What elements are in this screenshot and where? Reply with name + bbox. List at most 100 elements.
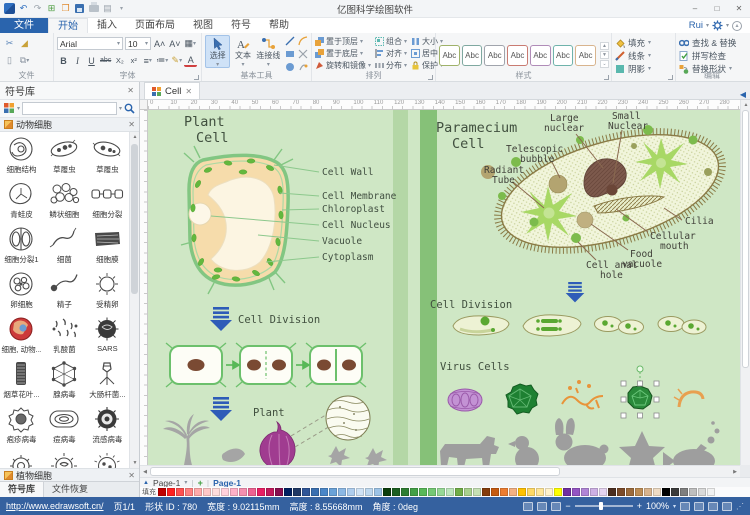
edrawsoft-link[interactable]: http://www.edrawsoft.cn/ — [6, 501, 104, 511]
symbol-item[interactable] — [0, 447, 43, 468]
sidebar-scroll-thumb[interactable] — [131, 144, 138, 294]
palette-color[interactable] — [284, 488, 292, 496]
palette-color[interactable] — [176, 488, 184, 496]
palette-color[interactable] — [572, 488, 580, 496]
page-tab-active[interactable]: Page-1 — [213, 478, 241, 488]
symbol-item[interactable]: SARS — [86, 312, 129, 357]
pan-window-icon[interactable] — [722, 502, 732, 511]
palette-color[interactable] — [428, 488, 436, 496]
page-selector-caret-icon[interactable]: ▾ — [184, 479, 187, 486]
maximize-button[interactable]: □ — [706, 0, 728, 17]
animal-section-close-icon[interactable]: ✕ — [128, 120, 135, 129]
symbol-search-input[interactable] — [22, 102, 117, 115]
palette-color[interactable] — [266, 488, 274, 496]
palette-color[interactable] — [581, 488, 589, 496]
line-shape-icon[interactable] — [284, 35, 296, 47]
zoom-level[interactable]: 100% — [646, 501, 669, 511]
tab-symbols[interactable]: 符号 — [222, 18, 260, 33]
increase-font-icon[interactable]: A˄ — [153, 37, 166, 51]
search-icon[interactable] — [124, 103, 135, 114]
rectangle-shape-icon[interactable] — [284, 48, 296, 60]
palette-color[interactable] — [419, 488, 427, 496]
arrange-dialog-launcher-icon[interactable] — [428, 75, 433, 80]
symbol-item[interactable]: 草履虫 — [86, 132, 129, 177]
add-page-button[interactable]: + — [198, 478, 203, 488]
zoom-slider-thumb[interactable] — [599, 502, 603, 510]
style-swatch-7[interactable]: Abc — [575, 45, 596, 66]
drawing-page[interactable]: Plant Cell Cell Wall Cell Membrane Chlor… — [148, 110, 740, 465]
palette-color[interactable] — [662, 488, 670, 496]
palette-color[interactable] — [392, 488, 400, 496]
palette-color[interactable] — [707, 488, 715, 496]
style-swatch-5[interactable]: Abc — [530, 45, 551, 66]
undo-icon[interactable]: ↶ — [17, 2, 30, 15]
redo-icon[interactable]: ↷ — [31, 2, 44, 15]
library-menu-caret-icon[interactable]: ▾ — [17, 105, 20, 112]
bullet-list-icon[interactable]: ≔▾ — [155, 54, 169, 68]
italic-button[interactable]: I — [71, 54, 84, 68]
palette-color[interactable] — [374, 488, 382, 496]
plant-division-sequence[interactable] — [166, 343, 366, 387]
cell-division-label[interactable]: Cell Division — [238, 314, 320, 326]
symbol-item[interactable]: 细胞, 动物... — [0, 312, 43, 357]
line-spacing-icon[interactable]: ≡▾ — [141, 54, 154, 68]
palette-color[interactable] — [194, 488, 202, 496]
palette-color[interactable] — [338, 488, 346, 496]
symbol-item[interactable]: 卵细胞 — [0, 267, 43, 312]
zoom-caret-icon[interactable]: ▾ — [673, 503, 676, 510]
symbol-item[interactable] — [43, 447, 86, 468]
symbol-item[interactable]: 烟草花叶... — [0, 357, 43, 402]
palette-color[interactable] — [527, 488, 535, 496]
symbol-item[interactable]: 青蛙皮 — [0, 177, 43, 222]
palette-color[interactable] — [455, 488, 463, 496]
bold-button[interactable]: B — [57, 54, 70, 68]
style-gallery-more-icon[interactable]: ⌄ — [600, 60, 609, 68]
copy-icon[interactable]: ⧉▾ — [18, 54, 31, 68]
open-file-icon[interactable]: ❒ — [59, 2, 72, 15]
search-caret-icon[interactable]: ▾ — [119, 105, 122, 112]
palette-color[interactable] — [221, 488, 229, 496]
view-normal-icon[interactable] — [523, 502, 533, 511]
save-icon[interactable] — [73, 2, 86, 15]
palette-color[interactable] — [509, 488, 517, 496]
palette-color[interactable] — [608, 488, 616, 496]
style-scroll-up-icon[interactable]: ▲ — [600, 42, 609, 50]
format-painter-icon[interactable]: ◢ — [18, 37, 31, 51]
palette-color[interactable] — [158, 488, 166, 496]
palette-color[interactable] — [563, 488, 571, 496]
palette-color[interactable] — [671, 488, 679, 496]
symbol-item[interactable]: 草履虫 — [43, 132, 86, 177]
user-caret-icon[interactable]: ▾ — [706, 22, 709, 29]
palette-color[interactable] — [644, 488, 652, 496]
palette-color[interactable] — [383, 488, 391, 496]
palette-color[interactable] — [698, 488, 706, 496]
symbol-item[interactable]: 鳞状细胞 — [43, 177, 86, 222]
export-icon[interactable]: ▤ — [101, 2, 114, 15]
arc-shape-icon[interactable] — [297, 35, 309, 47]
palette-color[interactable] — [491, 488, 499, 496]
fill-button[interactable]: 填充▾ — [615, 36, 673, 49]
symbol-item[interactable]: 细胞结构 — [0, 132, 43, 177]
view-fullscreen-icon[interactable] — [537, 502, 547, 511]
palette-color[interactable] — [311, 488, 319, 496]
paste-icon[interactable]: ▯ — [3, 54, 16, 68]
symbol-item[interactable]: 痘病毒 — [43, 402, 86, 447]
align-button[interactable]: 对齐▾ — [375, 48, 407, 59]
palette-color[interactable] — [257, 488, 265, 496]
shadow-button[interactable]: 阴影▾ — [615, 62, 673, 75]
settings-gear-icon[interactable] — [712, 20, 723, 31]
quick-access-caret-icon[interactable]: ▾ — [115, 2, 128, 15]
symbol-item[interactable]: 细菌 — [43, 222, 86, 267]
sidebar-scrollbar[interactable]: ▲ ▼ — [129, 132, 139, 468]
tab-view[interactable]: 视图 — [184, 18, 222, 33]
palette-color[interactable] — [356, 488, 364, 496]
style-swatch-2[interactable]: Abc — [462, 45, 483, 66]
print-icon[interactable] — [87, 2, 100, 15]
palette-color[interactable] — [446, 488, 454, 496]
palette-color[interactable] — [410, 488, 418, 496]
fit-page-icon[interactable] — [680, 502, 690, 511]
palette-color[interactable] — [482, 488, 490, 496]
magnifier-icon[interactable] — [708, 502, 718, 511]
palette-color[interactable] — [302, 488, 310, 496]
decrease-font-icon[interactable]: A˅ — [168, 37, 181, 51]
